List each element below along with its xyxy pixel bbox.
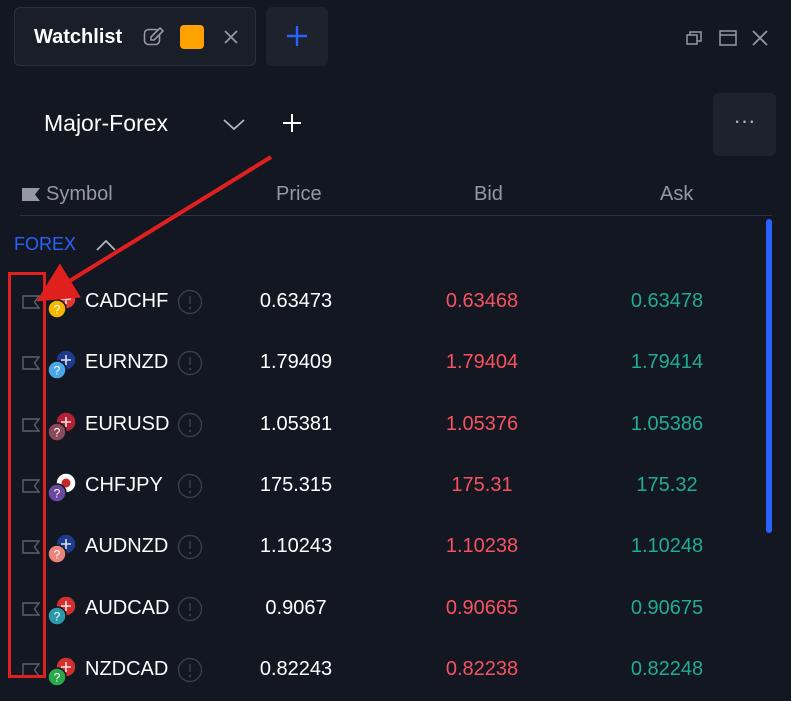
annotation-arrow [36,155,273,302]
